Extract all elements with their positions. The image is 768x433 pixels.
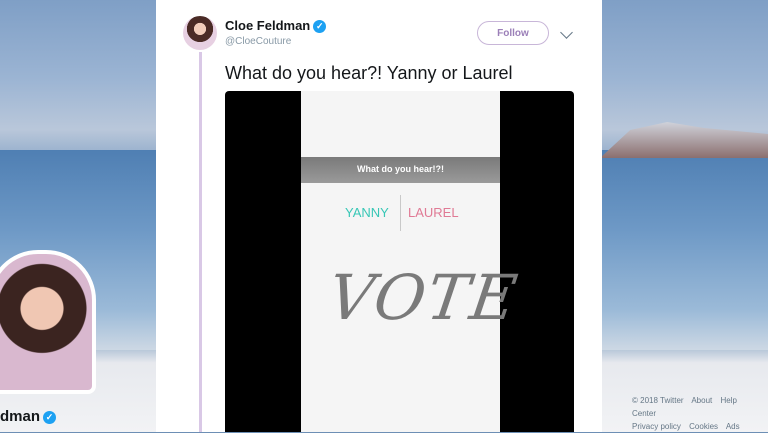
video-banner: What do you hear!?!: [301, 157, 500, 183]
vote-text: VOTE: [323, 261, 524, 334]
footer-link-ads[interactable]: Ads: [726, 422, 740, 431]
options-divider: [400, 195, 401, 231]
author-handle[interactable]: @CloeCouture: [225, 36, 291, 47]
video-banner-text: What do you hear!?!: [357, 164, 444, 174]
option-laurel: LAUREL: [408, 205, 459, 220]
author-name-text: Cloe Feldman: [225, 18, 311, 33]
author-name[interactable]: Cloe Feldman ✓: [225, 18, 327, 33]
video-frame: What do you hear!?! YANNY LAUREL VOTE: [301, 91, 523, 432]
option-yanny: YANNY: [345, 205, 389, 220]
footer-copyright: © 2018 Twitter: [632, 396, 684, 405]
thread-line: [199, 52, 202, 432]
follow-button[interactable]: Follow: [477, 21, 549, 45]
footer-link-about[interactable]: About: [691, 396, 712, 405]
tweet-video[interactable]: What do you hear!?! YANNY LAUREL VOTE: [225, 91, 574, 432]
tweet-text: What do you hear?! Yanny or Laurel: [225, 63, 513, 83]
poll-options: YANNY LAUREL: [301, 195, 500, 231]
tweet-avatar[interactable]: [183, 16, 217, 50]
verified-icon: ✓: [313, 20, 327, 33]
profile-name-text: dman: [0, 408, 41, 425]
profile-name[interactable]: dman ✓: [0, 408, 57, 425]
profile-avatar[interactable]: [0, 250, 96, 394]
verified-icon: ✓: [43, 410, 57, 424]
footer-links: © 2018 Twitter About Help Center Privacy…: [632, 394, 768, 433]
footer-link-privacy[interactable]: Privacy policy: [632, 422, 681, 431]
footer-link-cookies[interactable]: Cookies: [689, 422, 718, 431]
